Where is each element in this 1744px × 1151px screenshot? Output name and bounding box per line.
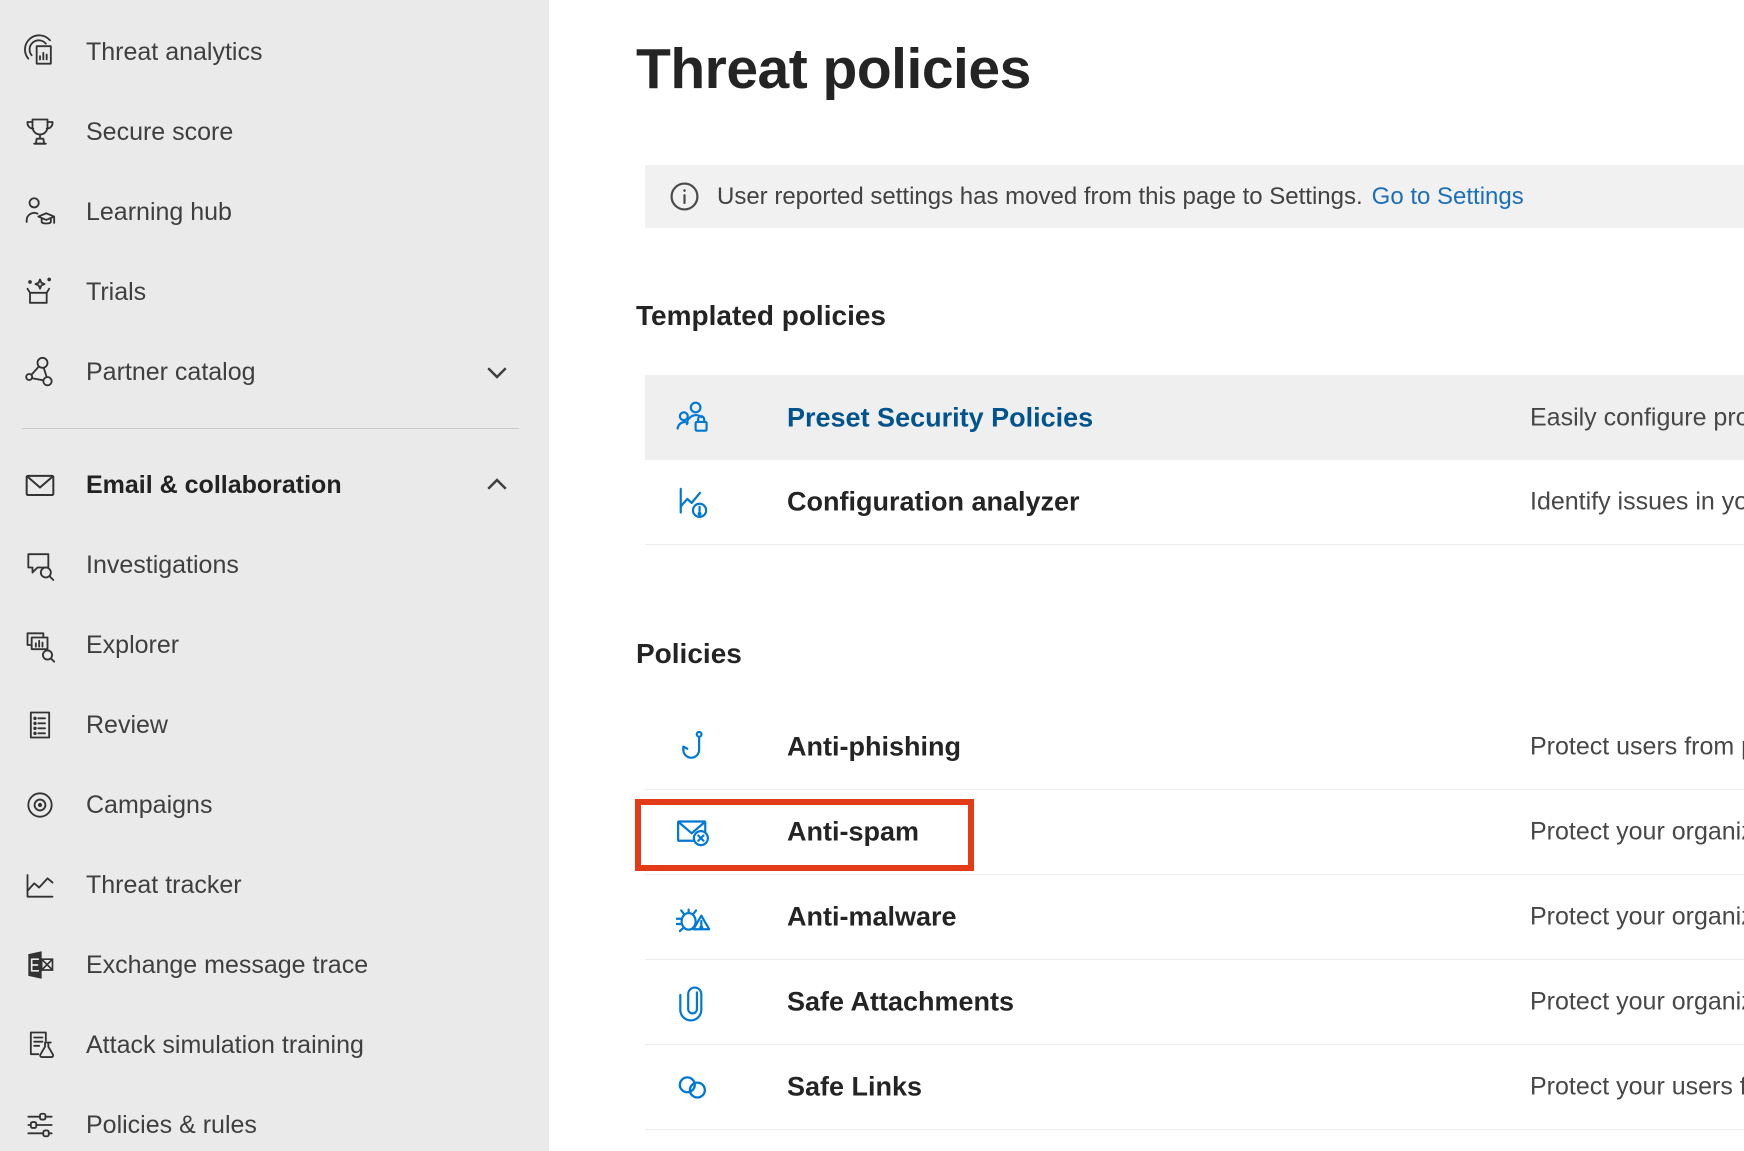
sidebar-item-learning-hub[interactable]: Learning hub — [0, 172, 549, 252]
policy-description-anti-malware: Protect your organiz — [1530, 903, 1744, 932]
go-to-settings-link[interactable]: Go to Settings — [1372, 183, 1524, 211]
policy-description-anti-spam: Protect your organiz — [1530, 818, 1744, 847]
configuration-analyzer-icon — [672, 481, 714, 523]
chevron-down-icon[interactable] — [482, 357, 512, 387]
explorer-icon — [20, 625, 60, 665]
policy-label-configuration-analyzer[interactable]: Configuration analyzer — [787, 487, 1080, 518]
sidebar-item-label: Exchange message trace — [86, 951, 368, 980]
page-title: Threat policies — [636, 36, 1031, 102]
sidebar-item-email-and-collaboration[interactable]: Email & collaboration — [0, 445, 549, 525]
banner-text: User reported settings has moved from th… — [717, 183, 1363, 211]
threat-tracker-icon — [20, 865, 60, 905]
attack-simulation-icon — [20, 1025, 60, 1065]
sidebar-item-label: Threat analytics — [86, 38, 262, 67]
anti-spam-icon — [672, 811, 714, 853]
anti-phishing-icon — [672, 726, 714, 768]
sidebar-item-label: Attack simulation training — [86, 1031, 364, 1060]
investigations-icon — [20, 545, 60, 585]
info-banner: User reported settings has moved from th… — [645, 165, 1744, 228]
anti-malware-icon — [672, 896, 714, 938]
policy-row-configuration-analyzer[interactable]: Configuration analyzer Identify issues in… — [645, 460, 1744, 545]
email-collaboration-icon — [20, 465, 60, 505]
policy-description-anti-phishing: Protect users from p — [1530, 733, 1744, 762]
sidebar-item-review[interactable]: Review — [0, 685, 549, 765]
sidebar-item-label: Review — [86, 711, 168, 740]
policy-label-preset-security-policies[interactable]: Preset Security Policies — [787, 402, 1093, 433]
policy-label-safe-links[interactable]: Safe Links — [787, 1072, 922, 1103]
sidebar-item-label: Partner catalog — [86, 358, 256, 387]
sidebar-item-investigations[interactable]: Investigations — [0, 525, 549, 605]
safe-attachments-icon — [672, 981, 714, 1023]
learning-hub-icon — [20, 192, 60, 232]
policy-description-safe-links: Protect your users fro — [1530, 1073, 1744, 1102]
sidebar-item-label: Secure score — [86, 118, 233, 147]
sidebar-item-label: Threat tracker — [86, 871, 242, 900]
sidebar-item-threat-analytics[interactable]: Threat analytics — [0, 12, 549, 92]
secure-score-icon — [20, 112, 60, 152]
sidebar-item-label: Email & collaboration — [86, 471, 342, 500]
sidebar-divider — [22, 428, 519, 429]
threat-policies-screen: Threat analytics Secure score Learning hub… — [0, 0, 1744, 1151]
section-rows-policies: Anti-phishing Protect users from p Anti-sp… — [645, 705, 1744, 1130]
sidebar-item-secure-score[interactable]: Secure score — [0, 92, 549, 172]
sidebar-item-explorer[interactable]: Explorer — [0, 605, 549, 685]
policies-rules-icon — [20, 1105, 60, 1145]
sidebar-item-partner-catalog[interactable]: Partner catalog — [0, 332, 549, 412]
policy-row-anti-malware[interactable]: Anti-malware Protect your organiz — [645, 875, 1744, 960]
policy-description-safe-attachments: Protect your organiz — [1530, 988, 1744, 1017]
policy-description-preset-security-policies: Easily configure prot — [1530, 403, 1744, 432]
threat-analytics-icon — [20, 32, 60, 72]
main-content: Threat policies User reported settings h… — [549, 0, 1744, 1151]
campaigns-icon — [20, 785, 60, 825]
chevron-up-icon[interactable] — [482, 470, 512, 500]
sidebar-item-campaigns[interactable]: Campaigns — [0, 765, 549, 845]
info-icon — [669, 181, 700, 212]
sidebar-item-attack-simulation-training[interactable]: Attack simulation training — [0, 1005, 549, 1085]
policy-label-safe-attachments[interactable]: Safe Attachments — [787, 987, 1014, 1018]
sidebar-item-label: Investigations — [86, 551, 239, 580]
policy-row-anti-phishing[interactable]: Anti-phishing Protect users from p — [645, 705, 1744, 790]
sidebar: Threat analytics Secure score Learning hub… — [0, 0, 549, 1151]
section-header-templated-policies: Templated policies — [636, 300, 886, 332]
preset-security-icon — [672, 397, 714, 439]
review-icon — [20, 705, 60, 745]
sidebar-item-trials[interactable]: Trials — [0, 252, 549, 332]
policy-label-anti-spam[interactable]: Anti-spam — [787, 817, 919, 848]
sidebar-item-threat-tracker[interactable]: Threat tracker — [0, 845, 549, 925]
trials-icon — [20, 272, 60, 312]
policy-label-anti-malware[interactable]: Anti-malware — [787, 902, 957, 933]
sidebar-item-label: Policies & rules — [86, 1111, 257, 1140]
sidebar-item-label: Campaigns — [86, 791, 212, 820]
policy-row-preset-security-policies[interactable]: Preset Security Policies Easily configure… — [645, 375, 1744, 460]
policy-row-safe-links[interactable]: Safe Links Protect your users fro — [645, 1045, 1744, 1130]
sidebar-item-label: Trials — [86, 278, 146, 307]
policy-row-anti-spam[interactable]: Anti-spam Protect your organiz — [645, 790, 1744, 875]
sidebar-item-label: Learning hub — [86, 198, 232, 227]
exchange-message-trace-icon — [20, 945, 60, 985]
partner-catalog-icon — [20, 352, 60, 392]
section-header-policies: Policies — [636, 638, 742, 670]
sidebar-item-label: Explorer — [86, 631, 179, 660]
policy-label-anti-phishing[interactable]: Anti-phishing — [787, 732, 961, 763]
sidebar-item-policies-and-rules[interactable]: Policies & rules — [0, 1085, 549, 1151]
policy-row-safe-attachments[interactable]: Safe Attachments Protect your organiz — [645, 960, 1744, 1045]
safe-links-icon — [672, 1066, 714, 1108]
section-rows-templated-policies: Preset Security Policies Easily configure… — [645, 375, 1744, 545]
sidebar-item-exchange-message-trace[interactable]: Exchange message trace — [0, 925, 549, 1005]
policy-description-configuration-analyzer: Identify issues in you — [1530, 488, 1744, 517]
